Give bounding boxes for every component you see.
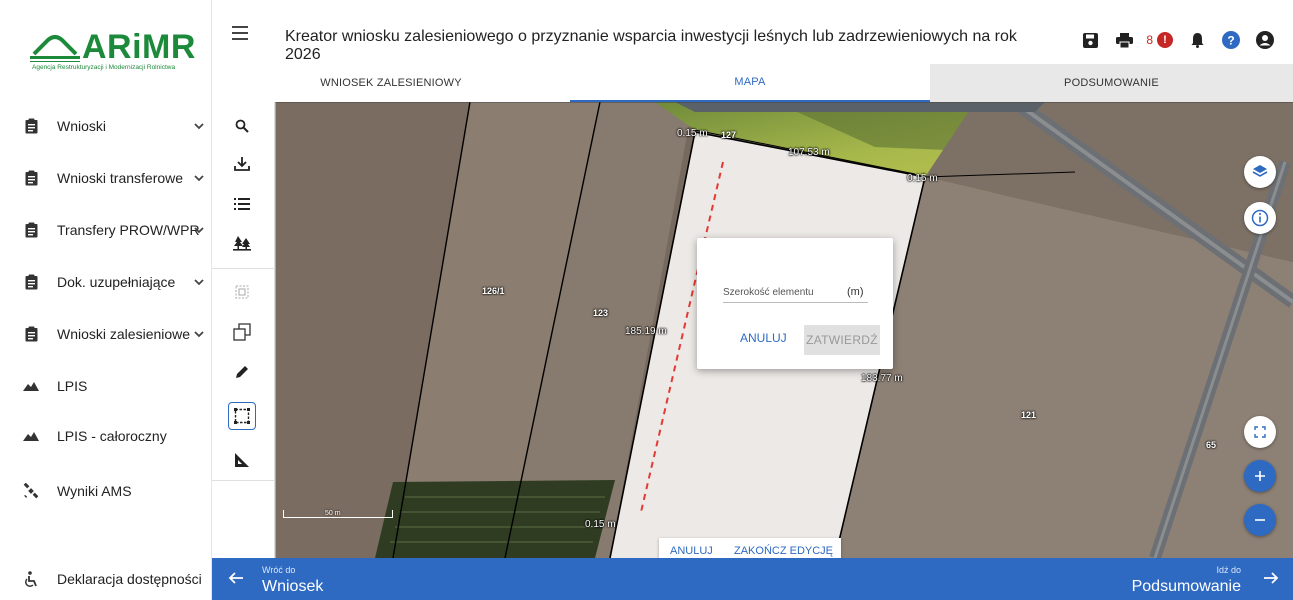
parcel-label: 65 — [1206, 440, 1217, 450]
sidebar-item-lpis-caloroczny[interactable]: LPIS - całoroczny — [0, 421, 212, 451]
tab-mapa[interactable]: MAPA — [570, 64, 930, 102]
sidebar-item-transfery[interactable]: Transfery PROW/WPR — [0, 215, 212, 245]
clipboard-icon — [22, 221, 40, 239]
parcel-label: 123 — [593, 308, 609, 318]
toolbar-divider — [212, 268, 275, 269]
arrow-left-icon[interactable] — [228, 570, 244, 586]
sidebar-item-label: Wnioski — [57, 118, 107, 134]
measurement-label: 0.15 m — [585, 519, 616, 530]
fullscreen-icon[interactable] — [1244, 416, 1276, 448]
zoom-in-icon[interactable] — [1244, 460, 1276, 492]
measurement-label: 183.77 m — [861, 373, 903, 384]
arrow-right-icon[interactable] — [1263, 570, 1279, 586]
sidebar-item-label: Wnioski transferowe — [57, 170, 184, 186]
dialog-cancel-button[interactable]: ANULUJ — [740, 331, 787, 345]
parcel-label: 127 — [721, 130, 737, 140]
print-icon[interactable] — [1114, 30, 1134, 50]
back-caption: Wróć do — [262, 565, 296, 575]
account-icon[interactable] — [1255, 30, 1275, 50]
next-link[interactable]: Podsumowanie — [1132, 578, 1241, 596]
measurement-label: 107.53 m — [788, 147, 830, 158]
svg-text:?: ? — [1227, 34, 1234, 48]
tab-podsumowanie[interactable]: PODSUMOWANIE — [930, 64, 1293, 102]
bell-icon[interactable] — [1187, 30, 1207, 50]
sidebar-item-label: LPIS - całoroczny — [57, 428, 167, 444]
header-actions: 8 ! ? — [1066, 30, 1275, 50]
sidebar-item-label: Wnioski zalesieniowe — [57, 326, 191, 342]
map-toolbar — [212, 102, 275, 558]
sidebar-item-wyniki-ams[interactable]: Wyniki AMS — [0, 476, 212, 506]
measurement-label: 0.15 m — [907, 173, 938, 184]
sidebar-item-wnioski[interactable]: Wnioski — [0, 111, 212, 141]
list-icon[interactable] — [228, 190, 256, 218]
sidebar-item-dok-uzupelniajace[interactable]: Dok. uzupełniające — [0, 267, 212, 297]
measurement-label: 185.19 m — [625, 326, 667, 337]
chevron-down-icon — [194, 175, 204, 182]
scale-label: 50 m — [325, 510, 341, 517]
page-title: Kreator wniosku zalesieniowego o przyzna… — [285, 28, 1017, 63]
dialog-confirm-button[interactable]: ZATWIERDŹ — [804, 325, 880, 355]
clipboard-icon — [22, 273, 40, 291]
alert-icon[interactable]: ! — [1157, 32, 1173, 48]
save-icon[interactable] — [1080, 30, 1100, 50]
accessibility-icon — [22, 570, 40, 588]
finish-edit-button[interactable]: ZAKOŃCZ EDYCJĘ — [734, 545, 833, 557]
wizard-footer: Wróć do Wniosek Idź do Podsumowanie — [212, 558, 1293, 600]
chevron-down-icon — [194, 123, 204, 130]
layers-icon[interactable] — [1244, 156, 1276, 188]
tab-bar: WNIOSEK ZALESIENIOWY MAPA PODSUMOWANIE — [212, 64, 1293, 102]
accessibility-label: Deklaracja dostępności — [57, 571, 202, 587]
notification-count: 8 — [1146, 33, 1153, 47]
sidebar-item-label: Wyniki AMS — [57, 483, 132, 499]
mountain-icon — [22, 377, 40, 395]
sidebar: ARiMR Agencja Restrukturyzacji i Moderni… — [0, 0, 212, 600]
hamburger-menu-icon[interactable] — [232, 26, 248, 40]
copy-geometry-icon[interactable] — [228, 318, 256, 346]
toolbar-divider — [212, 480, 275, 481]
logo-text: ARiMR — [82, 28, 196, 66]
arimr-logo[interactable]: ARiMR Agencja Restrukturyzacji i Moderni… — [30, 24, 195, 84]
sidebar-item-wnioski-transferowe[interactable]: Wnioski transferowe — [0, 163, 212, 193]
app-root: ARiMR Agencja Restrukturyzacji i Moderni… — [0, 0, 1293, 600]
chevron-down-icon — [194, 279, 204, 286]
edit-cancel-button[interactable]: ANULUJ — [670, 545, 713, 557]
width-input[interactable] — [723, 302, 868, 303]
tab-wniosek-zalesieniowy[interactable]: WNIOSEK ZALESIENIOWY — [212, 64, 570, 102]
select-area-icon[interactable] — [228, 278, 256, 306]
forest-icon[interactable] — [228, 230, 256, 258]
clipboard-icon — [22, 117, 40, 135]
parcel-label: 121 — [1021, 410, 1037, 420]
back-link[interactable]: Wniosek — [262, 578, 323, 596]
sidebar-item-label: Transfery PROW/WPR — [57, 222, 200, 238]
help-icon[interactable]: ? — [1221, 30, 1241, 50]
info-icon[interactable] — [1244, 202, 1276, 234]
download-icon[interactable] — [228, 150, 256, 178]
sidebar-item-lpis[interactable]: LPIS — [0, 371, 212, 401]
sidebar-item-label: Dok. uzupełniające — [57, 274, 176, 290]
measure-icon[interactable] — [228, 446, 256, 474]
search-icon[interactable] — [228, 112, 256, 140]
draw-rectangle-icon[interactable] — [228, 402, 256, 430]
sidebar-item-wnioski-zalesieniowe[interactable]: Wnioski zalesieniowe — [0, 319, 212, 349]
measurement-label: 0.15 m — [677, 128, 708, 139]
parcel-label: 126/1 — [482, 286, 505, 296]
clipboard-icon — [22, 325, 40, 343]
sidebar-item-label: LPIS — [57, 378, 88, 394]
logo-subtitle: Agencja Restrukturyzacji i Modernizacji … — [32, 64, 176, 71]
satellite-icon — [22, 482, 40, 500]
chevron-down-icon — [194, 227, 204, 234]
clipboard-icon — [22, 169, 40, 187]
mountain-icon — [22, 427, 40, 445]
app-header: Kreator wniosku zalesieniowego o przyzna… — [212, 0, 1293, 63]
pencil-icon[interactable] — [228, 358, 256, 386]
logo-mark-icon — [30, 35, 80, 62]
width-field-label: Szerokość elementu — [723, 287, 814, 298]
accessibility-declaration-link[interactable]: Deklaracja dostępności — [0, 558, 212, 600]
chevron-down-icon — [194, 331, 204, 338]
width-unit: (m) — [847, 286, 864, 298]
zoom-out-icon[interactable] — [1244, 504, 1276, 536]
next-caption: Idź do — [1216, 565, 1241, 575]
